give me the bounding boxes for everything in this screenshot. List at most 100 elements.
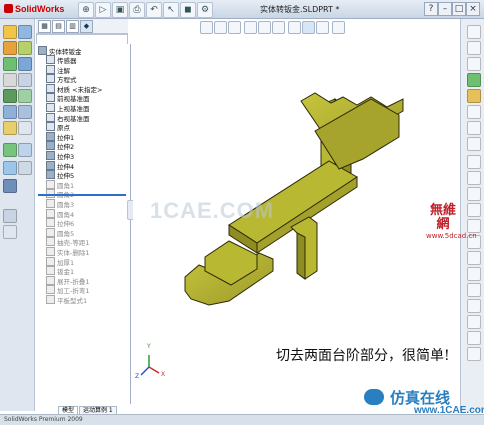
help-button[interactable]: ? bbox=[424, 2, 438, 16]
revolve-boss-icon[interactable] bbox=[18, 25, 32, 39]
centerline-icon[interactable] bbox=[467, 203, 481, 217]
edit-appearance-icon[interactable] bbox=[302, 21, 315, 34]
tree-item[interactable]: 拉伸3 bbox=[46, 151, 74, 161]
circle-icon[interactable] bbox=[467, 57, 481, 71]
open-document-button[interactable]: ▷ bbox=[95, 2, 111, 18]
new-document-button[interactable]: ⊕ bbox=[78, 2, 94, 18]
view-palette-icon[interactable] bbox=[467, 105, 481, 119]
coordinate-triad bbox=[140, 355, 160, 376]
shell-icon[interactable] bbox=[18, 89, 32, 103]
tree-item[interactable]: 上视基准面 bbox=[46, 103, 90, 113]
chamfer-icon[interactable] bbox=[18, 73, 32, 87]
tree-item[interactable]: 平板型式1 bbox=[46, 295, 87, 305]
rebuild-button[interactable]: ◼ bbox=[180, 2, 196, 18]
tree-item[interactable]: 拉伸4 bbox=[46, 160, 74, 171]
caption-text: 切去两面台阶部分，很简单! bbox=[276, 348, 450, 364]
tree-item[interactable]: 拉伸1 bbox=[46, 131, 74, 142]
design-library-icon[interactable] bbox=[467, 73, 481, 87]
evaluate-icon[interactable] bbox=[3, 209, 17, 223]
mirror-icon[interactable] bbox=[3, 121, 17, 135]
restore-button[interactable]: □ bbox=[452, 2, 466, 16]
undo-button[interactable]: ↶ bbox=[146, 2, 162, 18]
quick-snaps-icon[interactable] bbox=[467, 347, 481, 361]
configuration-manager-tab[interactable]: ▥ bbox=[66, 20, 79, 33]
loft-icon[interactable] bbox=[18, 41, 32, 55]
display-style-icon[interactable] bbox=[272, 21, 285, 34]
minimize-button[interactable]: – bbox=[438, 2, 452, 16]
revolved-cut-icon[interactable] bbox=[18, 57, 32, 71]
custom-properties-icon[interactable] bbox=[467, 137, 481, 151]
tree-item[interactable]: 方程式 bbox=[46, 74, 77, 84]
offset-icon[interactable] bbox=[467, 251, 481, 265]
reference-geometry-icon[interactable] bbox=[18, 121, 32, 135]
tree-item[interactable]: 圆角4 bbox=[46, 208, 74, 219]
rollback-bar[interactable] bbox=[38, 194, 126, 196]
tree-item[interactable]: 注解 bbox=[46, 64, 70, 75]
curves-icon[interactable] bbox=[3, 143, 17, 157]
sweep-icon[interactable] bbox=[3, 41, 17, 55]
select-button[interactable]: ↖ bbox=[163, 2, 179, 18]
brand-watermark: 仿真在线 www.1CAE.com bbox=[346, 387, 484, 421]
tree-item[interactable]: 抽壳-等距1 bbox=[46, 237, 89, 247]
tree-item[interactable]: 拉伸2 bbox=[46, 141, 74, 151]
app-logo[interactable]: SolidWorks bbox=[2, 2, 68, 16]
tree-item[interactable]: 原点 bbox=[46, 122, 70, 132]
feature-manager-tab[interactable]: ▦ bbox=[38, 20, 51, 33]
text-icon[interactable] bbox=[467, 219, 481, 233]
fillet-icon[interactable] bbox=[3, 73, 17, 87]
feature-icon bbox=[46, 266, 55, 276]
section-view-icon[interactable] bbox=[244, 21, 257, 34]
view-settings-icon[interactable] bbox=[332, 21, 345, 34]
tree-item[interactable]: 传感器 bbox=[46, 55, 77, 65]
office-products-icon[interactable] bbox=[3, 225, 17, 239]
zoom-to-area-icon[interactable] bbox=[214, 21, 227, 34]
arc-icon[interactable] bbox=[467, 155, 481, 169]
tree-item[interactable]: 右视基准面 bbox=[46, 112, 90, 123]
tree-item[interactable]: 前视基准面 bbox=[46, 93, 90, 103]
property-manager-tab[interactable]: ▤ bbox=[52, 20, 65, 33]
rib-icon[interactable] bbox=[3, 89, 17, 103]
display-manager-tab[interactable]: ◆ bbox=[80, 20, 93, 33]
repair-sketch-icon[interactable] bbox=[467, 331, 481, 345]
extrude-boss-icon[interactable] bbox=[3, 25, 17, 39]
linear-pattern-icon[interactable] bbox=[467, 283, 481, 297]
previous-view-icon[interactable] bbox=[228, 21, 241, 34]
move-entities-icon[interactable] bbox=[467, 299, 481, 313]
tree-item[interactable]: 圆角5 bbox=[46, 227, 74, 238]
file-explorer-icon[interactable] bbox=[467, 89, 481, 103]
tree-item[interactable]: 钣金1 bbox=[46, 266, 74, 276]
point-icon[interactable] bbox=[467, 187, 481, 201]
tree-item[interactable]: 实体-删除1 bbox=[46, 247, 89, 257]
appearances-icon[interactable] bbox=[467, 121, 481, 135]
tree-root[interactable]: 实体转钣金 bbox=[38, 46, 82, 56]
sketch-line-icon[interactable] bbox=[467, 25, 481, 39]
apply-scene-icon[interactable] bbox=[316, 21, 329, 34]
sketch-icon[interactable] bbox=[3, 161, 17, 175]
rectangle-icon[interactable] bbox=[467, 41, 481, 55]
tree-item[interactable]: 展开-折叠1 bbox=[46, 275, 89, 286]
draft-icon[interactable] bbox=[3, 105, 17, 119]
tree-item[interactable]: 加工-折弯1 bbox=[46, 285, 89, 295]
close-button[interactable]: × bbox=[466, 2, 480, 16]
pattern-icon[interactable] bbox=[18, 105, 32, 119]
relations-icon[interactable] bbox=[467, 315, 481, 329]
view-orientation-menu-icon[interactable] bbox=[258, 21, 271, 34]
view-orientation-icon[interactable] bbox=[3, 179, 17, 193]
hide-show-items-icon[interactable] bbox=[288, 21, 301, 34]
mirror-entities-icon[interactable] bbox=[467, 267, 481, 281]
extruded-cut-icon[interactable] bbox=[3, 57, 17, 71]
zoom-to-fit-icon[interactable] bbox=[200, 21, 213, 34]
smart-dimension-icon[interactable] bbox=[18, 161, 32, 175]
instant3d-icon[interactable] bbox=[18, 143, 32, 157]
save-button[interactable]: ▣ bbox=[112, 2, 128, 18]
options-button[interactable]: ⚙ bbox=[197, 2, 213, 18]
document-title: 实体转钣金.SLDPRT * bbox=[260, 5, 340, 14]
tree-item[interactable]: 材质 <未指定> bbox=[46, 83, 102, 94]
tree-item[interactable]: 拉伸6 bbox=[46, 218, 74, 228]
tree-item[interactable]: 加厚1 bbox=[46, 256, 74, 267]
tree-item[interactable]: 圆角1 bbox=[46, 179, 74, 190]
tree-item[interactable]: 拉伸5 bbox=[46, 170, 74, 180]
print-button[interactable]: ⎙ bbox=[129, 2, 145, 18]
tree-item[interactable]: 圆角3 bbox=[46, 199, 74, 209]
spline-icon[interactable] bbox=[467, 171, 481, 185]
